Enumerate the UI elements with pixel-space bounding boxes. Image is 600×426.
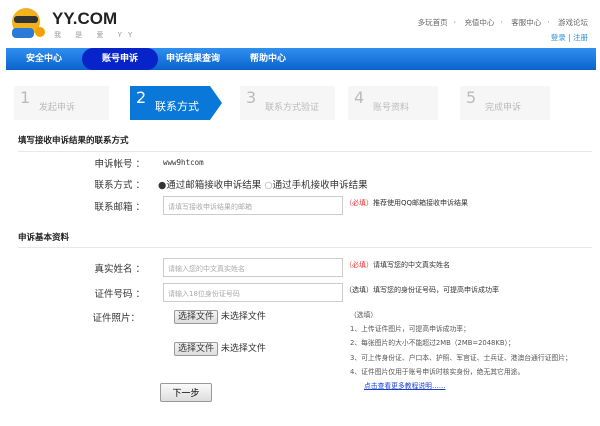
step-4: 4 账号资料 [348,86,438,120]
radio-email-label[interactable]: 通过邮箱接收申诉结果 [166,180,261,191]
progress-steps: 1 发起申诉 2 联系方式 3 联系方式验证 4 账号资料 5 完成申诉 [8,86,594,120]
step-label: 联系方式验证 [265,103,320,113]
name-label: 真实姓名 ： [94,264,145,275]
more-tutorial-link[interactable]: 点击查看更多教程说明…… [364,382,446,390]
required-mark: （必填） [345,199,373,207]
step-3: 3 联系方式验证 [240,86,335,120]
choose-file-button-2[interactable]: 选择文件 [174,342,219,356]
account-value: www9htcom [163,158,204,167]
register-link[interactable]: 注册 [573,33,588,42]
id-hint: （选填）填写您的身份证号码，可提高申诉成功率 [345,286,499,294]
basic-section-title: 申诉基本资料 [18,233,70,243]
link-recharge[interactable]: 充值中心 [464,18,494,27]
login-link[interactable]: 登录 [551,33,566,42]
method-label: 联系方式 ： [94,180,145,191]
id-label: 证件号码 ： [94,289,145,300]
sep: · [453,18,457,27]
id-number-input[interactable]: 请输入18位身份证号码 [163,283,343,302]
step-number: 3 [246,88,257,107]
required-mark: （必填） [345,261,373,269]
step-1: 1 发起申诉 [14,86,109,120]
next-step-button[interactable]: 下一步 [160,383,212,402]
photo-notes: （选填） 1、上传证件图片，可提高申诉成功率； 2、每张图片的大小不能超过2MB… [350,308,590,393]
brand-name: YY.COM [52,9,118,28]
no-file-text: 未选择文件 [220,312,266,322]
step-label: 完成申诉 [485,103,522,113]
contact-section-title: 填写接收申诉结果的联系方式 [18,136,129,146]
nav-appeal-result[interactable]: 申诉结果查询 [166,48,220,70]
sep: · [500,18,503,27]
nav-help-center[interactable]: 帮助中心 [250,48,286,70]
radio-phone[interactable]: ○ [264,180,272,191]
nav-account-appeal[interactable]: 账号申诉 [82,48,159,70]
note: 2、每张图片的大小不能超过2MB（2MB=2048KB）； [350,339,515,348]
yy-logo[interactable] [8,6,48,42]
link-duowan-home[interactable]: 多玩首页 [418,18,448,27]
sep: · [547,18,550,27]
note: 3、可上传身份证、户口本、护照、军官证、士兵证、港澳台通行证图片； [350,353,572,362]
file-picker-1: 选择文件 未选择文件 [174,309,266,324]
email-hint-text: 推荐使用QQ邮箱接收申诉结果 [373,199,469,207]
link-service[interactable]: 客服中心 [511,18,541,27]
divider [18,151,592,152]
note: （选填） [350,311,378,319]
file-picker-2: 选择文件 未选择文件 [174,341,266,356]
nav-security-center[interactable]: 安全中心 [26,48,62,70]
divider [18,247,592,248]
link-forum[interactable]: 游戏论坛 [558,18,588,27]
auth-links: 登录 | 注册 [550,33,588,42]
no-file-text: 未选择文件 [220,344,266,354]
main-nav: 安全中心 账号申诉 申诉结果查询 帮助中心 [6,48,596,70]
email-label: 联系邮箱 ： [94,202,145,213]
choose-file-button-1[interactable]: 选择文件 [174,310,219,324]
email-input[interactable]: 请填写接收申诉结果的邮箱 [163,196,343,215]
radio-phone-label[interactable]: 通过手机接收申诉结果 [273,180,368,191]
step-number: 5 [466,88,477,107]
step-label: 账号资料 [373,103,410,113]
photo-label: 证件照片： [92,313,140,324]
slogan: 我 是 爱 YY [54,31,139,39]
name-hint-text: 请填写您的中文真实姓名 [373,261,450,269]
account-label: 申诉帐号 ： [94,159,145,170]
step-label: 联系方式 [155,100,199,113]
name-hint: （必填）请填写您的中文真实姓名 [345,260,450,270]
note: 4、证件图片仅用于账号申诉时核实身份，绝无其它用途。 [350,367,525,376]
step-number: 1 [20,88,31,107]
real-name-input[interactable]: 请输入您的中文真实姓名 [163,258,343,277]
step-number: 4 [354,88,365,107]
method-radio-group: ●通过邮箱接收申诉结果 ○通过手机接收申诉结果 [158,177,368,191]
step-label: 发起申诉 [39,103,76,113]
email-hint: （必填）推荐使用QQ邮箱接收申诉结果 [345,198,468,208]
step-5: 5 完成申诉 [460,86,550,120]
step-2-active: 2 联系方式 [130,86,222,120]
note: 1、上传证件图片，可提高申诉成功率； [350,325,470,334]
top-links: 多玩首页 · 充值中心 · 客服中心 · 游戏论坛 [412,17,588,28]
step-number: 2 [136,88,147,107]
